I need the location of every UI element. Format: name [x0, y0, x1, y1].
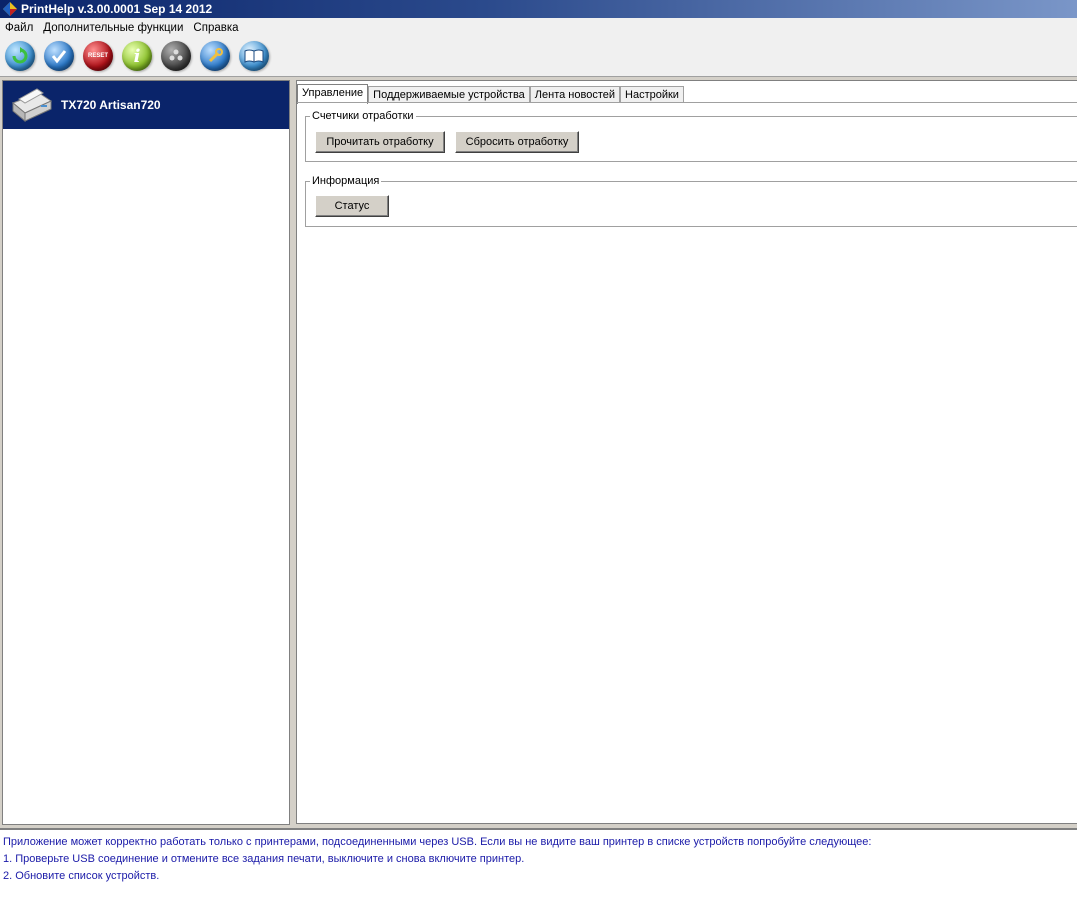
toolbar: RESET i — [0, 38, 1077, 77]
device-name: TX720 Artisan720 — [61, 98, 161, 112]
book-icon — [244, 49, 264, 63]
menu-file[interactable]: Файл — [0, 22, 38, 34]
window-title: PrintHelp v.3.00.0001 Sep 14 2012 — [21, 2, 213, 16]
info-button[interactable]: i — [122, 41, 152, 71]
device-list[interactable]: TX720 Artisan720 — [2, 80, 290, 825]
message-line: 1. Проверьте USB соединение и отмените в… — [3, 853, 525, 865]
ink-icon — [169, 49, 183, 61]
tab-news-feed[interactable]: Лента новостей — [529, 86, 621, 103]
status-button[interactable]: Статус — [315, 195, 389, 217]
refresh-icon — [12, 47, 28, 64]
reset-button[interactable]: RESET — [83, 41, 113, 71]
message-line: Приложение может корректно работать толь… — [3, 836, 872, 848]
panel-splitter[interactable] — [290, 80, 294, 824]
book-button[interactable] — [239, 41, 269, 71]
tab-supported-devices[interactable]: Поддерживаемые устройства — [368, 86, 530, 103]
device-list-item[interactable]: TX720 Artisan720 — [3, 81, 289, 129]
tab-control[interactable]: Управление — [297, 84, 369, 104]
tab-strip: Управление Поддерживаемые устройства Лен… — [297, 84, 684, 104]
check-button[interactable] — [44, 41, 74, 71]
counters-group-title: Счетчики отработки — [312, 110, 414, 122]
main-panel: Управление Поддерживаемые устройства Лен… — [296, 80, 1077, 824]
menu-bar: Файл Дополнительные функции Справка — [0, 18, 1077, 38]
menu-extra-functions[interactable]: Дополнительные функции — [38, 22, 188, 34]
tab-settings[interactable]: Настройки — [620, 86, 684, 103]
info-icon: i — [133, 45, 141, 67]
read-counters-button[interactable]: Прочитать отработку — [315, 131, 445, 153]
reset-counters-button[interactable]: Сбросить отработку — [455, 131, 579, 153]
printer-icon — [9, 85, 53, 125]
info-group: Информация — [305, 175, 1077, 227]
refresh-button[interactable] — [5, 41, 35, 71]
menu-help[interactable]: Справка — [188, 22, 243, 34]
ink-button[interactable] — [161, 41, 191, 71]
info-group-title: Информация — [312, 175, 380, 187]
wrench-icon — [208, 48, 223, 63]
message-log: Приложение может корректно работать толь… — [0, 828, 1077, 908]
app-icon — [3, 2, 17, 16]
wrench-button[interactable] — [200, 41, 230, 71]
tab-divider — [297, 102, 1077, 103]
message-line: 2. Обновите список устройств. — [3, 870, 160, 882]
reset-icon: RESET — [87, 53, 108, 59]
check-icon — [51, 50, 67, 64]
title-bar: PrintHelp v.3.00.0001 Sep 14 2012 — [0, 0, 1077, 18]
